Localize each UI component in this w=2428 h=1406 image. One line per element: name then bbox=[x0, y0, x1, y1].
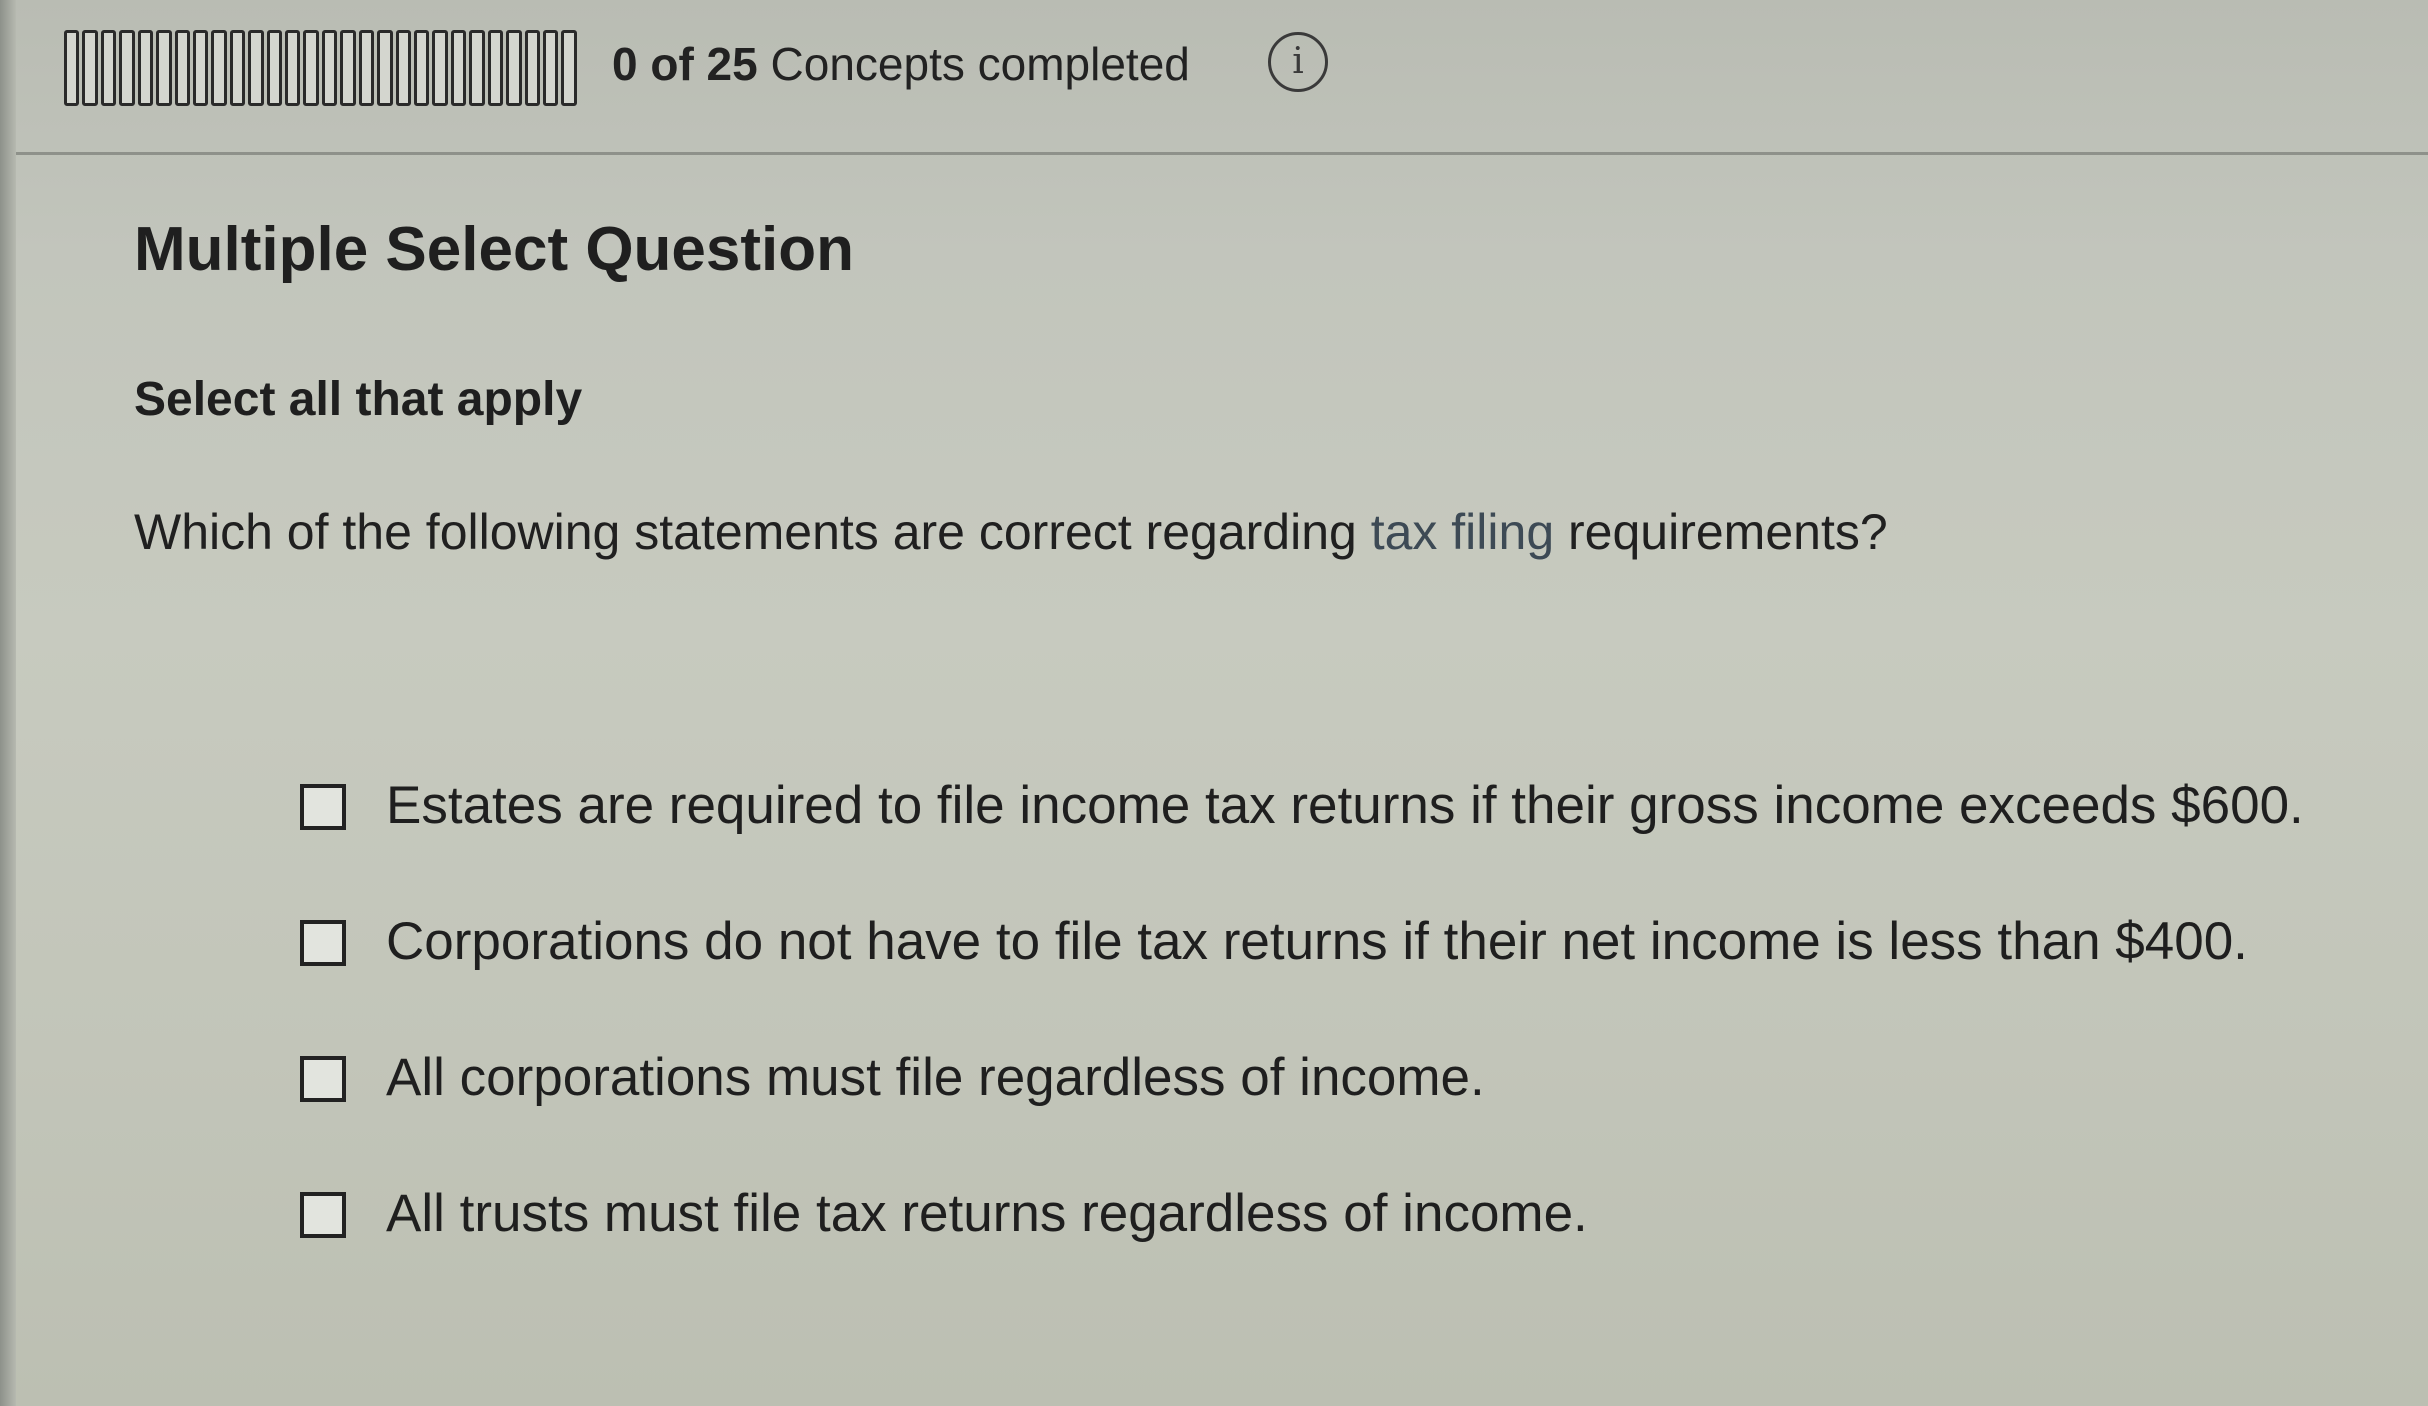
progress-segment bbox=[542, 30, 559, 106]
question-instruction: Select all that apply bbox=[134, 373, 583, 426]
prompt-term-link[interactable]: tax filing bbox=[1371, 504, 1554, 560]
option-label[interactable]: Estates are required to file income tax … bbox=[386, 772, 2304, 840]
prompt-text-start: Which of the following statements are co… bbox=[134, 504, 1371, 560]
option-label[interactable]: All corporations must file regardless of… bbox=[386, 1044, 1485, 1112]
option-checkbox[interactable] bbox=[300, 784, 346, 830]
progress-segment bbox=[469, 30, 485, 106]
progress-segment bbox=[506, 30, 522, 106]
progress-label: Concepts completed bbox=[770, 38, 1190, 90]
question-type-heading: Multiple Select Question bbox=[134, 215, 854, 284]
progress-segment bbox=[358, 30, 375, 106]
option-label[interactable]: Corporations do not have to file tax ret… bbox=[386, 908, 2248, 976]
answer-options: Estates are required to file income tax … bbox=[300, 772, 2400, 1316]
progress-segment bbox=[524, 30, 540, 106]
screen-edge bbox=[0, 0, 16, 1406]
progress-segment bbox=[395, 30, 412, 106]
prompt-text-end: requirements? bbox=[1554, 504, 1888, 560]
info-icon[interactable]: i bbox=[1268, 32, 1328, 92]
progress-segment bbox=[377, 30, 393, 106]
progress-bar bbox=[64, 30, 580, 106]
progress-segment bbox=[340, 30, 356, 106]
progress-segment bbox=[561, 30, 577, 106]
progress-segment bbox=[450, 30, 467, 106]
option-checkbox[interactable] bbox=[300, 1056, 346, 1102]
answer-option[interactable]: Estates are required to file income tax … bbox=[300, 772, 2400, 908]
progress-segment bbox=[487, 30, 504, 106]
option-label[interactable]: All trusts must file tax returns regardl… bbox=[386, 1180, 1588, 1248]
option-checkbox[interactable] bbox=[300, 920, 346, 966]
progress-header: 0 of 25 Concepts completed i bbox=[16, 0, 2428, 155]
answer-option[interactable]: All corporations must file regardless of… bbox=[300, 1044, 2400, 1180]
progress-segment bbox=[321, 30, 338, 106]
progress-segment bbox=[285, 30, 301, 106]
progress-status: 0 of 25 Concepts completed bbox=[612, 34, 1190, 94]
progress-segment bbox=[174, 30, 190, 106]
answer-option[interactable]: Corporations do not have to file tax ret… bbox=[300, 908, 2400, 1044]
progress-segment bbox=[266, 30, 283, 106]
progress-segment bbox=[100, 30, 117, 106]
question-prompt: Which of the following statements are co… bbox=[134, 500, 1888, 564]
progress-segment bbox=[248, 30, 264, 106]
progress-segment bbox=[303, 30, 319, 106]
progress-segment bbox=[82, 30, 98, 106]
answer-option[interactable]: All trusts must file tax returns regardl… bbox=[300, 1180, 2400, 1316]
progress-segment bbox=[119, 30, 135, 106]
progress-segment bbox=[156, 30, 172, 106]
progress-segment bbox=[192, 30, 209, 106]
progress-segment bbox=[64, 30, 80, 106]
option-checkbox[interactable] bbox=[300, 1192, 346, 1238]
progress-count: 0 of 25 bbox=[612, 38, 758, 90]
progress-segment bbox=[211, 30, 227, 106]
progress-segment bbox=[432, 30, 448, 106]
progress-segment bbox=[414, 30, 430, 106]
progress-segment bbox=[137, 30, 154, 106]
progress-segment bbox=[229, 30, 246, 106]
